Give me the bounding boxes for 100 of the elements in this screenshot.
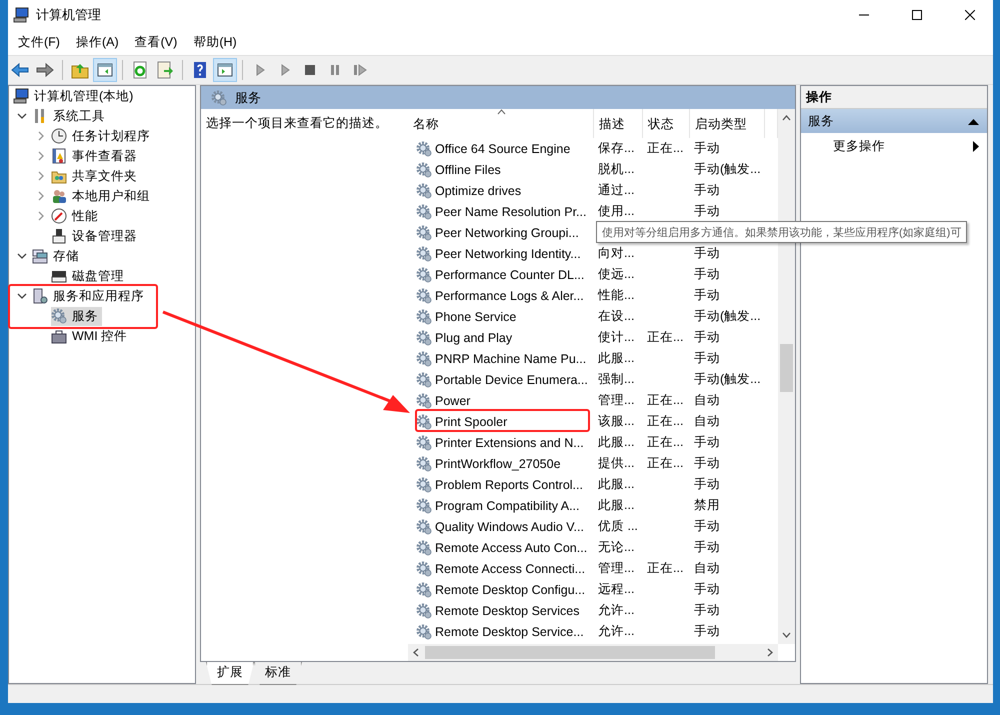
- service-name[interactable]: Remote Desktop Services: [435, 604, 580, 618]
- gear-icon: [211, 90, 227, 106]
- toolbar-button[interactable]: [93, 58, 117, 82]
- export-list-icon: [156, 61, 174, 79]
- service-name[interactable]: Remote Desktop Service...: [435, 624, 584, 638]
- service-name[interactable]: Remote Access Connecti...: [435, 562, 586, 576]
- table-cell: 正在...: [647, 393, 684, 407]
- service-name[interactable]: Remote Desktop Configu...: [435, 582, 586, 596]
- service-name[interactable]: Peer Networking Identity...: [435, 246, 581, 260]
- device-manager-icon: [51, 228, 67, 244]
- table-cell: 远程...: [598, 582, 634, 596]
- table-cell: 手动: [694, 582, 720, 596]
- view-tab[interactable]: 扩展: [206, 662, 254, 685]
- tree-item[interactable]: 共享文件夹: [70, 166, 139, 186]
- tree-item[interactable]: 系统工具: [51, 106, 107, 126]
- service-name[interactable]: Peer Networking Groupi...: [435, 226, 579, 240]
- service-name[interactable]: Problem Reports Control...: [435, 478, 583, 492]
- service-name[interactable]: PNRP Machine Name Pu...: [435, 352, 586, 366]
- table-cell: 性能...: [598, 288, 634, 302]
- horizontal-scrollbar[interactable]: [408, 644, 778, 661]
- refresh-icon: [131, 61, 149, 79]
- table-cell: 该服...: [598, 414, 634, 428]
- action-section[interactable]: 服务: [801, 109, 987, 133]
- service-name[interactable]: Print Spooler: [435, 414, 508, 428]
- service-name[interactable]: Remote Access Auto Con...: [435, 540, 588, 554]
- tree-item[interactable]: 事件查看器: [70, 146, 139, 166]
- disk-icon: [51, 268, 67, 284]
- menu-item[interactable]: 操作(A): [68, 31, 127, 54]
- table-cell: 通过...: [598, 183, 634, 197]
- table-cell: 手动(触发...: [694, 372, 761, 386]
- table-cell: 正在...: [647, 435, 684, 449]
- service-name[interactable]: Peer Name Resolution Pr...: [435, 204, 586, 218]
- column-header[interactable]: 名称: [408, 109, 594, 138]
- table-cell: 自动: [694, 393, 720, 407]
- table-cell: 手动: [694, 288, 720, 302]
- table-cell: 手动: [694, 351, 720, 365]
- tree-item[interactable]: WMI 控件: [70, 326, 130, 346]
- service-name[interactable]: Performance Logs & Aler...: [435, 288, 584, 302]
- service-name[interactable]: Optimize drives: [435, 184, 522, 198]
- table-cell: 手动: [694, 477, 720, 491]
- selected-tree-item[interactable]: 服务: [51, 306, 102, 326]
- gear-icon: [416, 602, 432, 618]
- table-cell: 此服...: [598, 435, 634, 449]
- table-cell: 手动: [694, 519, 720, 533]
- table-cell: 手动(触发...: [694, 309, 761, 323]
- gear-icon: [416, 308, 432, 324]
- gear-icon: [416, 288, 432, 304]
- toolbox-icon: [51, 328, 67, 344]
- gear-icon: [416, 372, 432, 388]
- table-cell: 正在...: [647, 456, 684, 470]
- table-cell: 自动: [694, 561, 720, 575]
- tree-item[interactable]: 服务和应用程序: [51, 286, 146, 306]
- action-item[interactable]: 更多操作: [833, 138, 885, 154]
- column-header[interactable]: 描述: [594, 109, 643, 138]
- scrollbar-thumb[interactable]: [425, 646, 715, 659]
- tree-item[interactable]: 本地用户和组: [70, 186, 152, 206]
- table-cell: 正在...: [647, 414, 684, 428]
- computer-icon: [13, 88, 29, 104]
- service-name[interactable]: Portable Device Enumera...: [435, 372, 588, 386]
- tree-item[interactable]: 任务计划程序: [70, 126, 152, 146]
- gauge-icon: [51, 208, 67, 224]
- menu-item[interactable]: 查看(V): [126, 31, 186, 54]
- help-icon: [191, 61, 209, 79]
- service-name[interactable]: Power: [435, 394, 470, 408]
- pane-title: 服务: [235, 88, 261, 106]
- service-name[interactable]: Plug and Play: [435, 330, 512, 344]
- service-name[interactable]: Printer Extensions and N...: [435, 436, 584, 450]
- service-name[interactable]: Quality Windows Audio V...: [435, 520, 584, 534]
- tree-item[interactable]: 存储: [51, 246, 81, 266]
- gear-icon: [416, 560, 432, 576]
- table-cell: 手动: [694, 435, 720, 449]
- column-header[interactable]: 启动类型: [690, 109, 765, 138]
- column-header[interactable]: 状态: [643, 109, 690, 138]
- table-cell: 此服...: [598, 498, 634, 512]
- gear-icon: [51, 308, 67, 324]
- tree-item[interactable]: 设备管理器: [70, 226, 139, 246]
- service-name[interactable]: Phone Service: [435, 310, 516, 324]
- gear-icon: [416, 414, 432, 430]
- service-name[interactable]: Performance Counter DL...: [435, 268, 584, 282]
- tree-item[interactable]: 性能: [70, 206, 100, 226]
- gear-icon: [416, 330, 432, 346]
- gear-icon: [416, 582, 432, 598]
- scrollbar-thumb[interactable]: [780, 344, 793, 392]
- menu-item[interactable]: 帮助(H): [185, 31, 245, 54]
- table-cell: 此服...: [598, 477, 634, 491]
- table-cell: 手动: [694, 204, 720, 218]
- view-tab[interactable]: 标准: [254, 662, 302, 685]
- service-name[interactable]: Office 64 Source Engine: [435, 142, 570, 156]
- table-cell: 手动(触发...: [694, 162, 761, 176]
- toolbar-button[interactable]: [213, 58, 237, 82]
- tree-item[interactable]: 计算机管理(本地): [32, 86, 136, 106]
- table-cell: 在设...: [598, 309, 634, 323]
- service-name[interactable]: PrintWorkflow_27050e: [435, 456, 561, 470]
- menu-item[interactable]: 文件(F): [10, 31, 68, 54]
- tree-item[interactable]: 磁盘管理: [70, 266, 126, 286]
- service-name[interactable]: Program Compatibility A...: [435, 498, 580, 512]
- resume-icon: [351, 61, 369, 79]
- gear-icon: [416, 162, 432, 178]
- service-name[interactable]: Offline Files: [435, 162, 501, 176]
- gear-icon: [416, 434, 432, 450]
